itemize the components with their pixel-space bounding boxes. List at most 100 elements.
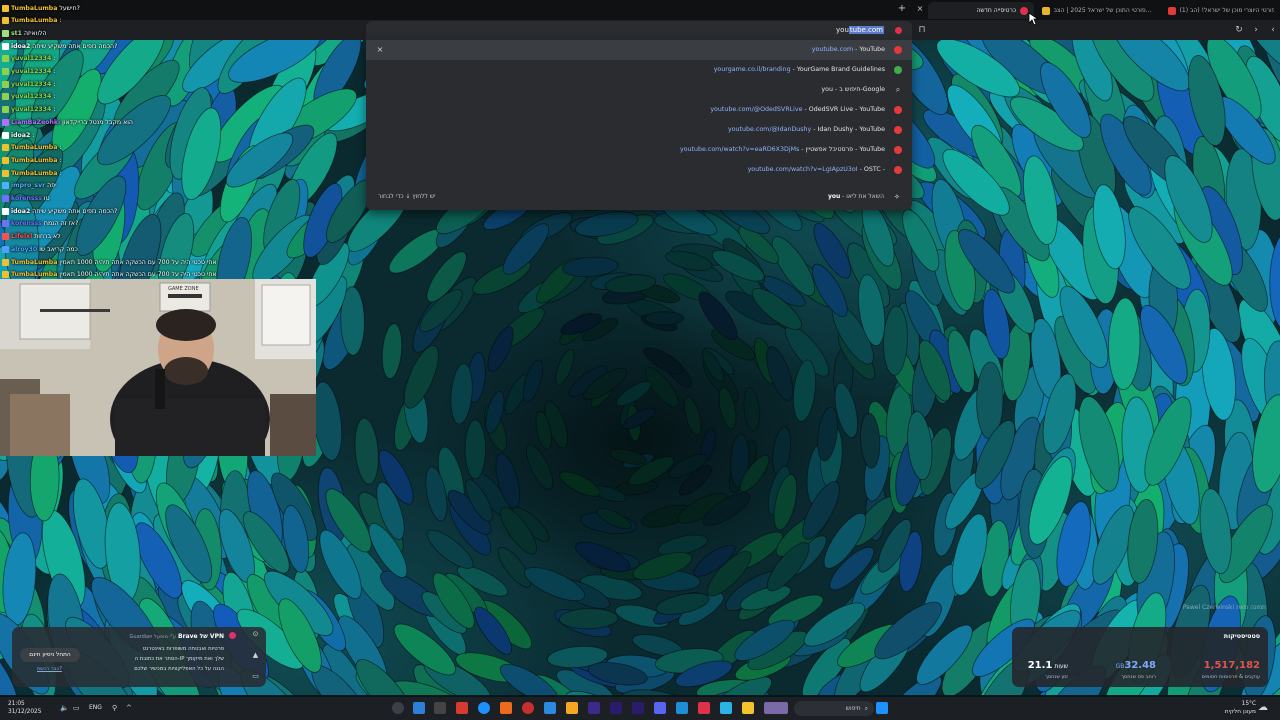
stat-value: 32.48 xyxy=(1124,660,1156,671)
start-trial-button[interactable]: התחל ניסיון חינם xyxy=(20,648,80,662)
mic-icon[interactable]: ⚲ xyxy=(112,704,117,712)
edge-icon[interactable] xyxy=(478,702,490,714)
premiere-icon[interactable] xyxy=(632,702,644,714)
ask-leo-item[interactable]: you - השאל את ליאו xyxy=(828,193,884,200)
chat-message: yuval12334: xyxy=(2,78,55,90)
app-icon[interactable] xyxy=(500,702,512,714)
stat-label: עוקבים & פרסומות חסומים xyxy=(1201,674,1260,680)
chat-username: LiamBaZeohki xyxy=(11,118,61,126)
address-input[interactable]: youtube.com xyxy=(836,26,884,34)
stat-value: 21.1 xyxy=(1027,660,1053,671)
tab-label: פורטי התוכן של ישראל 2025 | הצב... xyxy=(1053,7,1152,14)
chat-badge-icon xyxy=(2,80,9,88)
discord-icon[interactable] xyxy=(654,702,666,714)
brave-icon[interactable] xyxy=(698,702,710,714)
tray-chevron-icon[interactable]: ^ xyxy=(126,704,132,712)
app-icon[interactable] xyxy=(566,702,578,714)
chat-text: הלוואיזה xyxy=(23,29,47,37)
chat-username: TumbaLumba xyxy=(11,271,58,279)
chat-message: TumbaLumba: xyxy=(2,154,62,166)
tab-fortnite[interactable]: פורטי התוכן של ישראל 2025 | הצב... xyxy=(1036,2,1160,19)
chat-text: : xyxy=(53,68,56,75)
suggestion-item[interactable]: × youtube.com - YouTube xyxy=(366,40,912,60)
input-language[interactable]: ENG xyxy=(89,704,102,711)
suggestion-url: youtube.com/watch?v=eaRD6X3DjMs xyxy=(679,146,800,153)
chat-text: : xyxy=(32,131,35,139)
chat-username: korensss xyxy=(11,220,42,228)
start-icon[interactable] xyxy=(876,702,888,714)
chevron-up-icon[interactable]: ▲ xyxy=(251,651,260,660)
chat-message: TumbaLumba אחי טכטי היה על 700 עם הכשקה א… xyxy=(2,256,217,268)
chat-message: idoa2: xyxy=(2,129,34,141)
app-icon[interactable] xyxy=(456,702,468,714)
back-icon[interactable]: ‹ xyxy=(1267,24,1279,36)
app-icon[interactable] xyxy=(413,702,425,714)
tab-live[interactable]: (1) לייב פורטי היוצרי מוכן של ישראל! (הב… xyxy=(1162,2,1280,19)
weather-widget[interactable]: 15°C מעונן חלקית xyxy=(1225,700,1256,716)
location-pin-icon[interactable]: ⊙ xyxy=(251,630,260,639)
app-icon[interactable] xyxy=(720,702,732,714)
tab-new-tab[interactable]: כרטיסייה חדשה xyxy=(928,2,1034,19)
chat-message: TumbaLumba: xyxy=(2,167,62,179)
remove-suggestion-icon[interactable]: × xyxy=(376,46,384,54)
app-icon[interactable] xyxy=(676,702,688,714)
vpn-feature: הגנה על כל האפליקציות במכשיר שלכם xyxy=(134,666,224,672)
widget-icon[interactable] xyxy=(764,702,788,714)
chat-message: yuval12334: xyxy=(2,104,55,116)
folder-icon[interactable] xyxy=(742,702,754,714)
suggestion-title: you - חיפוש ב-Google xyxy=(821,86,885,93)
suggestion-title: YourGame Brand Guidelines xyxy=(796,66,885,73)
suggestion-item[interactable]: youtube.com/watch?v=eaRD6X3DjMs - פרסטיב… xyxy=(366,140,912,160)
taskbar-search[interactable]: חיפוש ⌕ xyxy=(794,701,874,716)
ostc-icon xyxy=(894,166,902,174)
chat-text: : xyxy=(53,55,56,63)
suggestion-item[interactable]: youtube.com/@OdedSVRLive - OdedSVR Live … xyxy=(366,100,912,120)
youtube-icon xyxy=(894,106,902,114)
chat-message: korensss טו xyxy=(2,193,50,205)
app-icon[interactable] xyxy=(522,702,534,714)
volume-icon[interactable]: 🔈 xyxy=(60,704,69,712)
suggestion-item[interactable]: youtube.com/watch?v=LgIApzU3oI - OSTC - xyxy=(366,160,912,180)
minimize-icon[interactable]: ▭ xyxy=(251,672,260,681)
chat-badge-icon xyxy=(2,245,9,253)
forward-icon[interactable]: › xyxy=(1250,24,1262,36)
trophy-icon xyxy=(1042,6,1050,15)
omnibox-footer: יש ללחוץ ↓ כדי לבחור you - השאל את ליאו … xyxy=(366,188,912,206)
new-tab-button[interactable]: + xyxy=(896,3,908,15)
network-icon[interactable]: ▭ xyxy=(73,704,80,712)
close-tab-icon[interactable]: × xyxy=(914,3,926,15)
chat-badge-icon xyxy=(2,258,9,266)
chat-badge-icon xyxy=(2,55,9,63)
suggestion-url: yourgame.co.il/branding xyxy=(713,66,791,73)
after-effects-icon[interactable] xyxy=(610,702,622,714)
taskbar-clock[interactable]: 21:05 31/12/2025 xyxy=(8,700,41,716)
bookmark-icon[interactable]: ⊓ xyxy=(916,24,928,36)
suggestion-item[interactable]: yourgame.co.il/branding - YourGame Brand… xyxy=(366,60,912,80)
reload-icon[interactable]: ↻ xyxy=(1233,24,1245,36)
chat-username: yuval12334 xyxy=(11,93,52,101)
suggestion-url: youtube.com/watch?v=LgIApzU3oI xyxy=(747,166,858,173)
chat-username: impro_svr xyxy=(11,182,46,190)
chat-text: אחי טכטי היה על 700 עם הכשקה אתה תיהיה 1… xyxy=(59,271,217,279)
suggestion-item[interactable]: youtube.com/@IdanDushy - Idan Dushy - Yo… xyxy=(366,120,912,140)
youtube-icon xyxy=(894,46,902,54)
stats-title: סטטיסטיקות xyxy=(1223,633,1260,640)
clock-time: 21:05 xyxy=(8,701,25,707)
suggestion-url: youtube.com xyxy=(811,46,854,53)
suggestion-url: youtube.com/@OdedSVRLive xyxy=(710,106,803,113)
terminal-icon[interactable] xyxy=(434,702,446,714)
chat-message: yuval12334: xyxy=(2,53,55,65)
search-icon: ⌕ xyxy=(895,85,901,94)
address-bar[interactable]: youtube.com xyxy=(366,21,912,40)
obs-icon[interactable] xyxy=(392,702,404,714)
chat-username: yuval12334 xyxy=(11,106,52,114)
app-icon[interactable] xyxy=(588,702,600,714)
chat-message: impro_svr יפה xyxy=(2,180,56,192)
address-typed: you xyxy=(836,26,849,34)
already-purchased-link[interactable]: כבר רכשת? xyxy=(37,666,62,672)
chat-text: אז זה הנמח? xyxy=(43,220,79,228)
chat-badge-icon xyxy=(2,29,9,37)
app-icon[interactable] xyxy=(544,702,556,714)
address-autocomplete: tube.com xyxy=(848,26,884,34)
suggestion-item[interactable]: you - חיפוש ב-Google ⌕ xyxy=(366,80,912,100)
